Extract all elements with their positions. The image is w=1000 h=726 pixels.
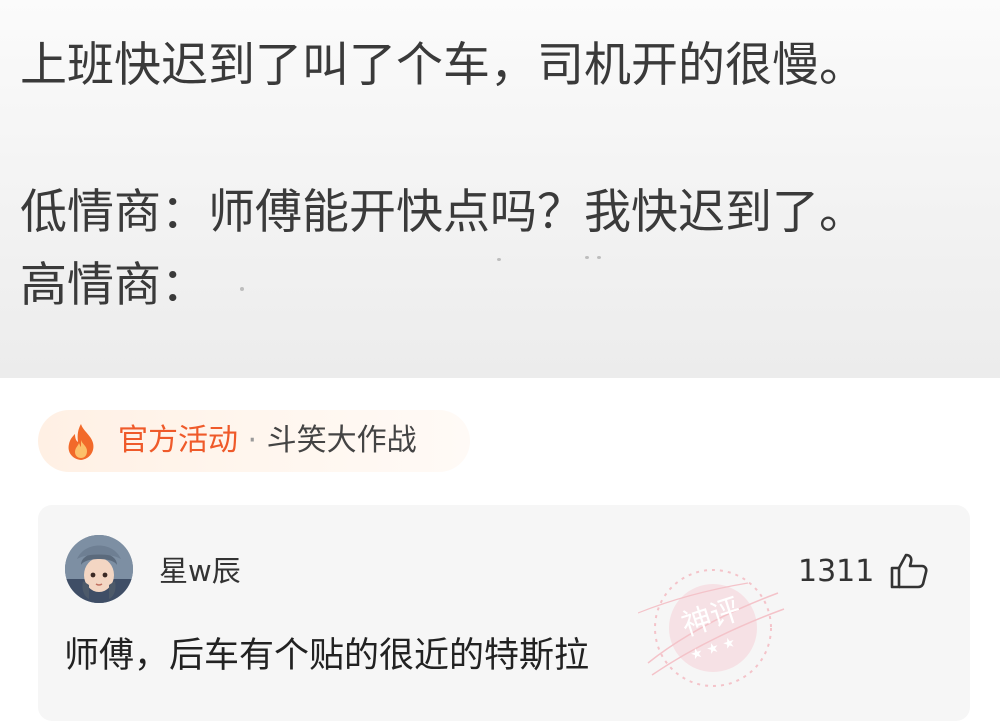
- comment-text: 师傅，后车有个贴的很近的特斯拉: [64, 636, 590, 676]
- god-comment-badge: 神评 ★ ★ ★: [638, 569, 785, 687]
- thumbs-up-icon[interactable]: [889, 551, 929, 591]
- activity-tag[interactable]: 官方活动 · 斗笑大作战: [38, 410, 470, 472]
- fire-icon: [68, 424, 94, 460]
- post-text-line-2: 低情商：师傅能开快点吗？我快迟到了。: [20, 185, 866, 240]
- activity-label: 官方活动: [118, 423, 238, 458]
- artifact-dot: [585, 256, 589, 259]
- avatar-image: [65, 535, 133, 603]
- activity-name: 斗笑大作战: [266, 423, 417, 458]
- comment-card[interactable]: 星w辰 神评 ★ ★ ★ 1311 师傅，后车有个贴的很近的特斯拉: [38, 505, 970, 721]
- post-text-line-1: 上班快迟到了叫了个车，司机开的很慢。: [20, 38, 866, 93]
- activity-separator: ·: [238, 423, 267, 458]
- post-image[interactable]: 上班快迟到了叫了个车，司机开的很慢。 低情商：师傅能开快点吗？我快迟到了。 高情…: [0, 0, 1000, 378]
- artifact-dot: [240, 287, 244, 291]
- activity-text: 官方活动 · 斗笑大作战: [118, 423, 417, 459]
- like-count: 1311: [798, 554, 875, 589]
- post-text-line-3: 高情商：: [20, 258, 208, 313]
- artifact-dot: [597, 256, 601, 259]
- avatar[interactable]: [65, 535, 133, 603]
- username[interactable]: 星w辰: [159, 554, 241, 588]
- artifact-dot: [497, 258, 501, 261]
